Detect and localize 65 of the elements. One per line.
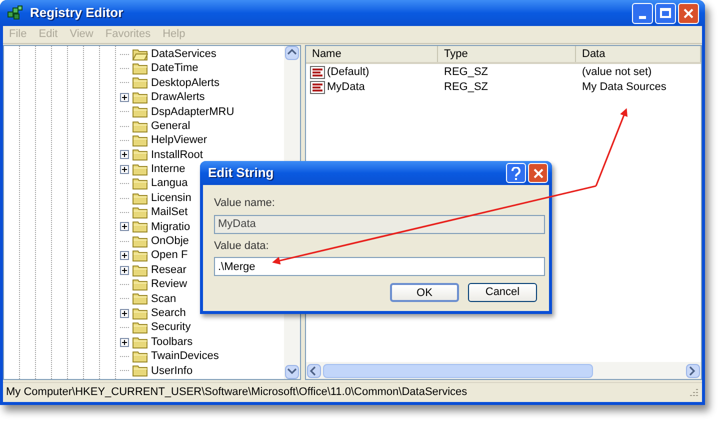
value-name[interactable]: MyData xyxy=(327,79,365,96)
value-type: REG_SZ xyxy=(443,80,490,96)
scroll-right-icon[interactable] xyxy=(686,364,700,378)
column-header[interactable]: Type xyxy=(438,46,576,62)
tree-item[interactable]: Interne xyxy=(151,161,186,178)
tree-item[interactable]: DspAdapterMRU xyxy=(151,104,234,120)
expand-icon[interactable] xyxy=(120,338,128,346)
value-name[interactable]: (Default) xyxy=(327,64,370,81)
column-header[interactable]: Name xyxy=(306,46,438,62)
tree-item[interactable]: DrawAlerts xyxy=(151,89,205,106)
status-bar-path: My Computer\HKEY_CURRENT_USER\Software\Microsoft\Office\11.0\Common\DataServices xyxy=(6,385,468,400)
column-header[interactable]: Data xyxy=(576,46,701,62)
input-field[interactable]: .\Merge xyxy=(214,257,545,276)
tree-item[interactable]: Open F xyxy=(151,247,188,264)
resize-grip-icon[interactable] xyxy=(687,386,699,398)
tree-item[interactable]: General xyxy=(151,118,190,134)
close-button[interactable] xyxy=(528,163,548,183)
expand-icon[interactable] xyxy=(120,150,128,160)
expand-icon[interactable] xyxy=(120,164,128,174)
window-title: Registry Editor xyxy=(30,4,124,22)
string-value-icon xyxy=(310,66,326,80)
help-icon xyxy=(511,166,521,180)
value-data: (value not set) xyxy=(581,65,652,80)
help-button[interactable] xyxy=(506,163,526,183)
tree-item[interactable]: Toolbars xyxy=(151,334,193,350)
tree-item[interactable]: HelpViewer xyxy=(151,132,208,149)
dialog-button[interactable]: Cancel xyxy=(468,283,537,302)
scroll-left-icon[interactable] xyxy=(307,364,321,378)
tree-item[interactable]: Migratio xyxy=(151,218,190,236)
tree-item[interactable]: Langua xyxy=(151,175,188,192)
tree-item[interactable]: DataServices xyxy=(151,46,216,62)
tree-item[interactable]: Review xyxy=(151,276,188,293)
tree-item[interactable]: MailSet xyxy=(151,204,188,221)
tree-item[interactable]: UserInfo xyxy=(151,362,193,379)
tree-item[interactable]: DesktopAlerts xyxy=(151,74,220,92)
expand-icon[interactable] xyxy=(120,222,128,232)
expand-icon[interactable] xyxy=(120,92,128,102)
scroll-up-icon[interactable] xyxy=(285,46,299,60)
tree-item[interactable]: Search xyxy=(151,304,186,322)
dialog-title: Edit String xyxy=(208,164,274,182)
field-label: Value name: xyxy=(214,196,276,211)
scroll-down-icon[interactable] xyxy=(285,365,299,379)
expand-icon[interactable] xyxy=(120,266,128,275)
maximize-button[interactable] xyxy=(655,2,676,24)
tree-item[interactable]: Scan xyxy=(151,290,176,308)
tree-item[interactable]: Licensin xyxy=(151,190,192,206)
value-data: My Data Sources xyxy=(581,80,666,96)
field-label: Value data: xyxy=(214,238,270,254)
expand-icon[interactable] xyxy=(120,251,128,260)
value-type: REG_SZ xyxy=(443,65,490,80)
tree-item[interactable]: OnObje xyxy=(151,233,189,250)
close-button[interactable] xyxy=(678,2,699,24)
string-value-icon xyxy=(310,80,326,94)
tree-item[interactable]: TwainDevices xyxy=(151,348,219,365)
expand-icon[interactable] xyxy=(120,308,128,318)
tree-item[interactable]: Resear xyxy=(151,262,186,278)
tree-item[interactable]: Security xyxy=(151,319,191,336)
dialog-button[interactable]: OK xyxy=(390,283,459,302)
tree-item[interactable]: InstallRoot xyxy=(151,146,203,164)
minimize-button[interactable] xyxy=(632,2,653,24)
close-icon xyxy=(532,168,544,178)
close-icon xyxy=(683,8,694,18)
app-icon xyxy=(6,4,24,22)
horizontal-scrollbar[interactable] xyxy=(306,362,701,379)
tree-item[interactable]: DateTime xyxy=(151,60,198,77)
